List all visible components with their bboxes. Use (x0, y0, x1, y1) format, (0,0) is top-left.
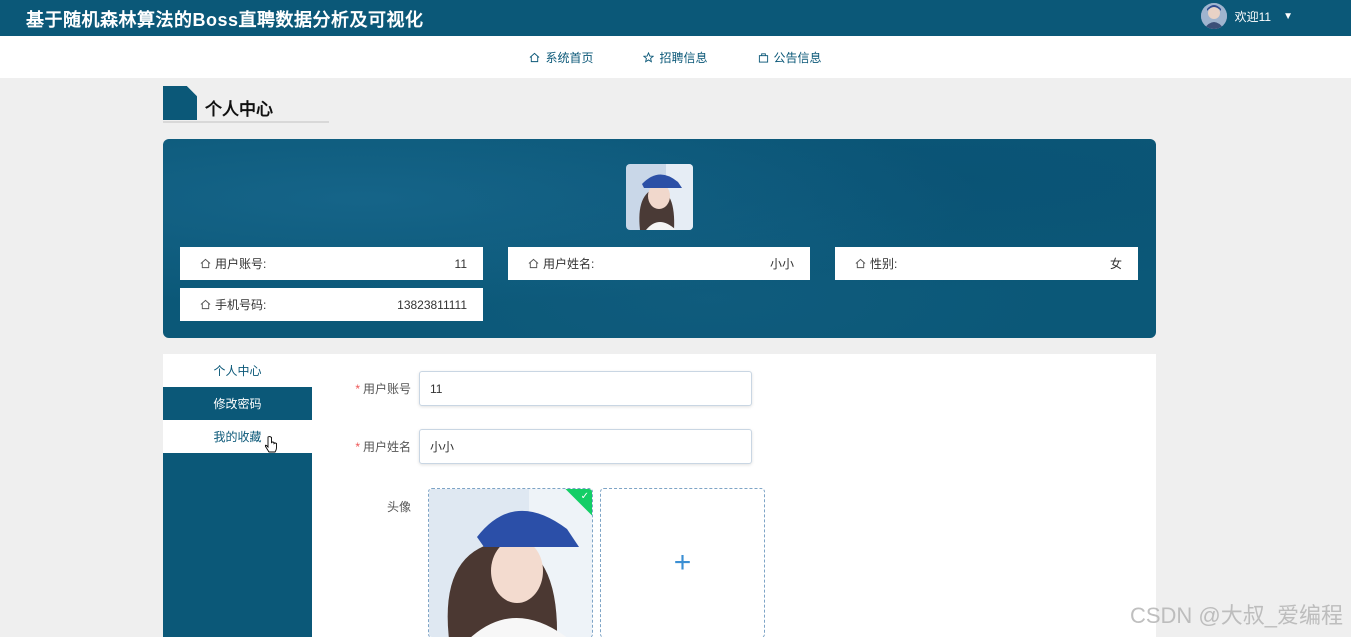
nav-item-jobs[interactable]: 招聘信息 (643, 49, 708, 66)
caret-down-icon[interactable]: ▼ (1283, 11, 1293, 22)
site-title: 基于随机森林算法的Boss直聘数据分析及可视化 (26, 10, 424, 30)
plus-icon: + (673, 546, 692, 579)
name-input[interactable] (419, 429, 752, 464)
user-avatar[interactable] (1200, 3, 1227, 29)
account-label-text: 用户账号 (362, 382, 411, 396)
uploaded-avatar-image (429, 489, 592, 637)
form-row-avatar: 头像 (312, 498, 419, 515)
user-menu[interactable]: 欢迎11 ▼ (1200, 3, 1293, 29)
nav-item-label: 招聘信息 (659, 50, 708, 65)
avatar-upload-button[interactable]: + (600, 488, 765, 637)
menu-item-change-password[interactable]: 修改密码 (163, 387, 312, 420)
top-header-bar: 基于随机森林算法的Boss直聘数据分析及可视化 欢迎11 ▼ (0, 0, 1351, 36)
nav-item-label: 公告信息 (773, 50, 822, 65)
info-value: 小小 (769, 257, 794, 271)
menu-item-profile[interactable]: 个人中心 (163, 354, 312, 387)
name-label-text: 用户姓名 (362, 440, 411, 454)
info-label: 性别: (870, 257, 898, 271)
nav-item-label: 系统首页 (545, 50, 594, 65)
avatar-image (626, 164, 693, 230)
info-gender: 性别: 女 (835, 247, 1138, 280)
account-input[interactable] (419, 371, 752, 406)
home-icon (200, 299, 211, 310)
required-mark: * (355, 440, 360, 454)
home-icon (528, 258, 539, 269)
nav-item-home[interactable]: 系统首页 (529, 49, 593, 66)
check-icon: ✓ (580, 491, 589, 502)
hand-pointer-icon (264, 436, 277, 453)
page-title-text: 个人中心 (205, 100, 273, 119)
info-label: 用户账号: (215, 257, 267, 271)
home-icon (530, 52, 540, 62)
menu-item-favorites[interactable]: 我的收藏 (163, 420, 312, 453)
info-account: 用户账号: 11 (180, 247, 483, 280)
profile-avatar (626, 164, 693, 230)
name-label: * 用户姓名 (312, 438, 419, 455)
info-name: 用户姓名: 小小 (508, 247, 810, 280)
home-icon (855, 258, 866, 269)
info-phone: 手机号码: 13823811111 (180, 288, 483, 321)
uploaded-avatar-card[interactable]: ✓ (428, 488, 593, 637)
side-menu: 个人中心 修改密码 我的收藏 (163, 354, 312, 637)
welcome-text[interactable]: 欢迎11 (1235, 8, 1271, 25)
star-icon (643, 51, 655, 63)
avatar-label: 头像 (386, 500, 411, 514)
required-mark: * (355, 382, 360, 396)
info-value: 13823811111 (397, 297, 467, 312)
form-row-account: * 用户账号 (312, 371, 752, 406)
account-label: * 用户账号 (312, 380, 419, 397)
info-value: 女 (1109, 257, 1122, 271)
watermark: CSDN @大叔_爱编程 (1129, 603, 1343, 628)
page-title: 个人中心 (163, 86, 329, 123)
profile-form-panel: *用户账号 *用户姓名 头像 ✓ + (312, 354, 1156, 637)
bag-icon (758, 52, 768, 63)
nav-item-notices[interactable]: 公告信息 (758, 49, 822, 66)
avatar-image (1200, 3, 1227, 29)
home-icon (200, 258, 211, 269)
title-decoration (163, 86, 197, 120)
form-row-name: * 用户姓名 (312, 429, 752, 464)
profile-banner: 用户账号: 11 用户姓名: 小小 性别: 女 手机号码: 1382381111… (163, 139, 1156, 338)
main-nav: 系统首页 招聘信息 公告信息 (0, 36, 1351, 78)
info-label: 用户姓名: (543, 257, 595, 271)
info-value: 11 (454, 256, 467, 271)
info-label: 手机号码: (215, 298, 267, 312)
